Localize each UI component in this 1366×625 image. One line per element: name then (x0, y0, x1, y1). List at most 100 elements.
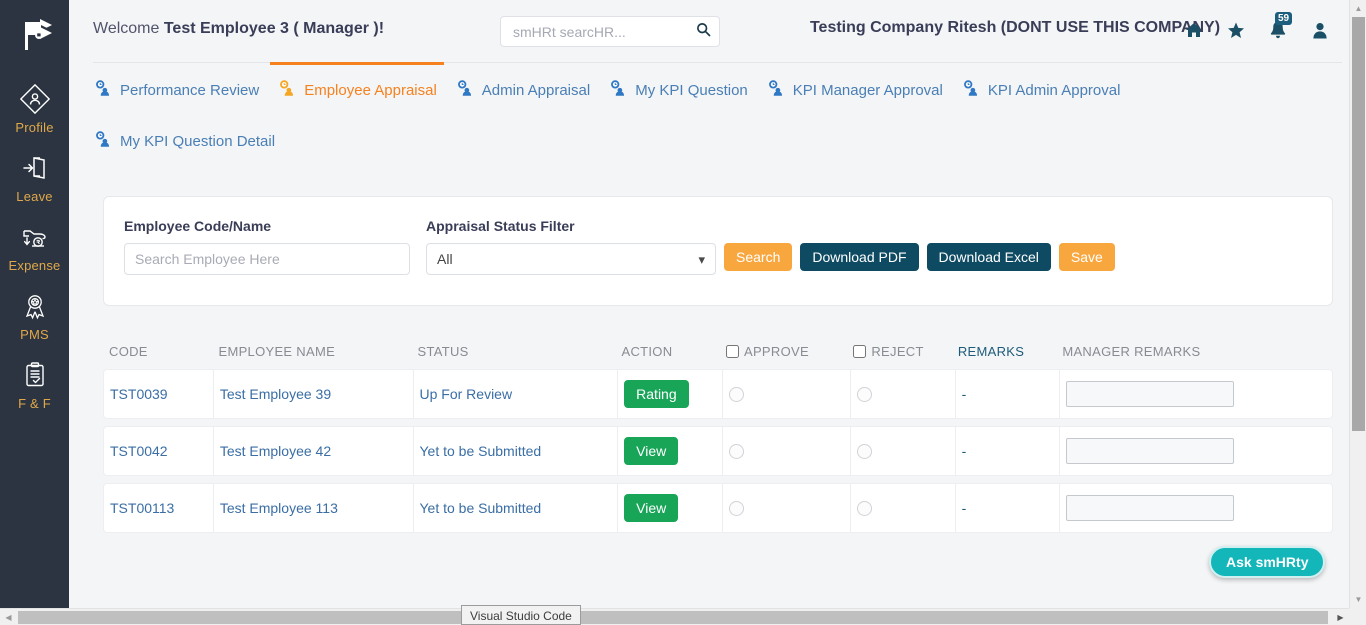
tab-performance-review[interactable]: Performance Review (93, 67, 277, 114)
users-clock-icon (766, 79, 784, 102)
view-button[interactable]: View (624, 494, 679, 522)
search-input[interactable] (511, 22, 696, 41)
users-clock-icon (277, 79, 295, 102)
ask-smhrty-button[interactable]: Ask smHRty (1209, 546, 1326, 578)
taskbar-tooltip: Visual Studio Code (461, 605, 581, 625)
clipboard-check-icon (18, 358, 52, 392)
sidebar-item-pms[interactable]: PMS (0, 289, 69, 342)
approve-radio[interactable] (728, 386, 744, 402)
hand-rupee-icon (18, 220, 52, 254)
manager-remarks-input[interactable] (1066, 438, 1235, 464)
th-employee-name: EMPLOYEE NAME (218, 343, 336, 359)
cell-code: TST0039 (104, 370, 214, 418)
th-approve: APPROVE (725, 344, 853, 359)
employee-filter-group: Employee Code/Name (124, 218, 410, 275)
status-select-wrap: All ▾ (426, 243, 716, 275)
manager-remarks-input[interactable] (1066, 495, 1235, 521)
cell-reject (851, 484, 956, 532)
cell-action: View (618, 484, 723, 532)
search-button[interactable]: Search (724, 243, 793, 271)
appraisal-status-select[interactable]: All (426, 243, 716, 275)
tab-label: KPI Manager Approval (792, 82, 943, 99)
sidebar: Profile Leave Expense PMS F & F (0, 0, 69, 608)
flag-wallet-logo-icon (24, 19, 52, 50)
approve-radio[interactable] (728, 500, 744, 516)
cell-reject (851, 370, 956, 418)
reject-all-checkbox[interactable] (853, 344, 867, 358)
download-excel-button[interactable]: Download Excel (926, 243, 1051, 271)
scroll-down-arrow-icon[interactable]: ▼ (1350, 591, 1366, 608)
search-icon[interactable] (696, 22, 711, 42)
cell-status: Yet to be Submitted (414, 484, 619, 532)
cell-code: TST0042 (104, 427, 214, 475)
tab-my-kpi-question-detail[interactable]: My KPI Question Detail (93, 118, 293, 165)
tab-active-underline (270, 62, 444, 65)
scroll-up-arrow-icon[interactable]: ▲ (1350, 0, 1366, 17)
approve-all-checkbox[interactable] (725, 344, 739, 358)
welcome-message: Welcome Test Employee 3 ( Manager )! (93, 20, 384, 38)
tab-label: My KPI Question Detail (120, 133, 276, 150)
cell-manager-remarks (1060, 484, 1332, 532)
reject-radio[interactable] (856, 386, 872, 402)
sidebar-item-label: Profile (15, 120, 54, 135)
cell-remarks: - (956, 370, 1061, 418)
tab-employee-appraisal[interactable]: Employee Appraisal (270, 62, 455, 114)
employee-search-input[interactable] (124, 243, 410, 275)
vertical-scroll-thumb[interactable] (1352, 17, 1365, 431)
tab-kpi-admin-approval[interactable]: KPI Admin Approval (961, 67, 1139, 114)
horizontal-scroll-thumb[interactable] (18, 611, 1328, 624)
employee-code-name-label: Employee Code/Name (124, 218, 272, 234)
cell-approve (723, 484, 851, 532)
tab-label: Performance Review (120, 82, 260, 99)
reject-radio[interactable] (856, 500, 872, 516)
cell-employee-name: Test Employee 113 (214, 484, 414, 532)
appraisal-table: CODE EMPLOYEE NAME STATUS ACTION APPROVE… (103, 333, 1333, 540)
th-manager-remarks: MANAGER REMARKS (1062, 343, 1201, 359)
star-icon[interactable] (1226, 19, 1246, 41)
manager-remarks-input[interactable] (1066, 381, 1235, 407)
cell-employee-name: Test Employee 39 (214, 370, 414, 418)
sidebar-item-expense[interactable]: Expense (0, 220, 69, 273)
sidebar-item-fnf[interactable]: F & F (0, 358, 69, 411)
app-logo[interactable] (7, 8, 63, 64)
company-name: Testing Company Ritesh (DONT USE THIS CO… (809, 19, 1221, 36)
table-row: TST0042 Test Employee 42 Yet to be Submi… (103, 426, 1333, 476)
reject-radio[interactable] (856, 443, 872, 459)
users-clock-icon (961, 79, 979, 102)
tab-my-kpi-question[interactable]: My KPI Question (608, 67, 766, 114)
sidebar-item-leave[interactable]: Leave (0, 151, 69, 204)
tab-kpi-manager-approval[interactable]: KPI Manager Approval (766, 67, 961, 114)
app-root: Profile Leave Expense PMS F & F Welcome … (0, 0, 1366, 625)
approve-radio[interactable] (728, 443, 744, 459)
users-clock-icon (93, 130, 111, 153)
sidebar-item-label: Expense (8, 258, 61, 273)
cell-manager-remarks (1060, 427, 1332, 475)
users-clock-icon (608, 79, 626, 102)
global-search[interactable] (500, 16, 720, 47)
profile-diamond-icon (18, 82, 52, 116)
users-clock-icon (93, 79, 111, 102)
cell-remarks: - (956, 484, 1061, 532)
award-ribbon-icon (18, 289, 52, 323)
bell-icon[interactable]: 59 (1268, 12, 1293, 41)
cell-action: View (618, 427, 723, 475)
vertical-scrollbar[interactable]: ▲ ▼ (1349, 0, 1366, 608)
rating-button[interactable]: Rating (624, 380, 689, 408)
save-button[interactable]: Save (1058, 243, 1115, 271)
tab-admin-appraisal[interactable]: Admin Appraisal (455, 67, 608, 114)
th-reject-label: REJECT (871, 343, 924, 359)
home-icon[interactable] (1184, 19, 1204, 41)
th-code: CODE (109, 343, 148, 359)
horizontal-scrollbar[interactable]: ◀ ▶ (0, 608, 1366, 625)
download-pdf-button[interactable]: Download PDF (800, 243, 919, 271)
cell-manager-remarks (1060, 370, 1332, 418)
table-row: TST00113 Test Employee 113 Yet to be Sub… (103, 483, 1333, 533)
sidebar-item-profile[interactable]: Profile (0, 82, 69, 135)
view-button[interactable]: View (624, 437, 679, 465)
scroll-left-arrow-icon[interactable]: ◀ (0, 609, 17, 625)
filter-button-row: Search Download PDF Download Excel Save (724, 243, 1115, 271)
scroll-right-arrow-icon[interactable]: ▶ (1332, 609, 1349, 625)
cell-status: Yet to be Submitted (414, 427, 619, 475)
user-icon[interactable] (1310, 19, 1330, 41)
sidebar-item-label: F & F (18, 396, 51, 411)
